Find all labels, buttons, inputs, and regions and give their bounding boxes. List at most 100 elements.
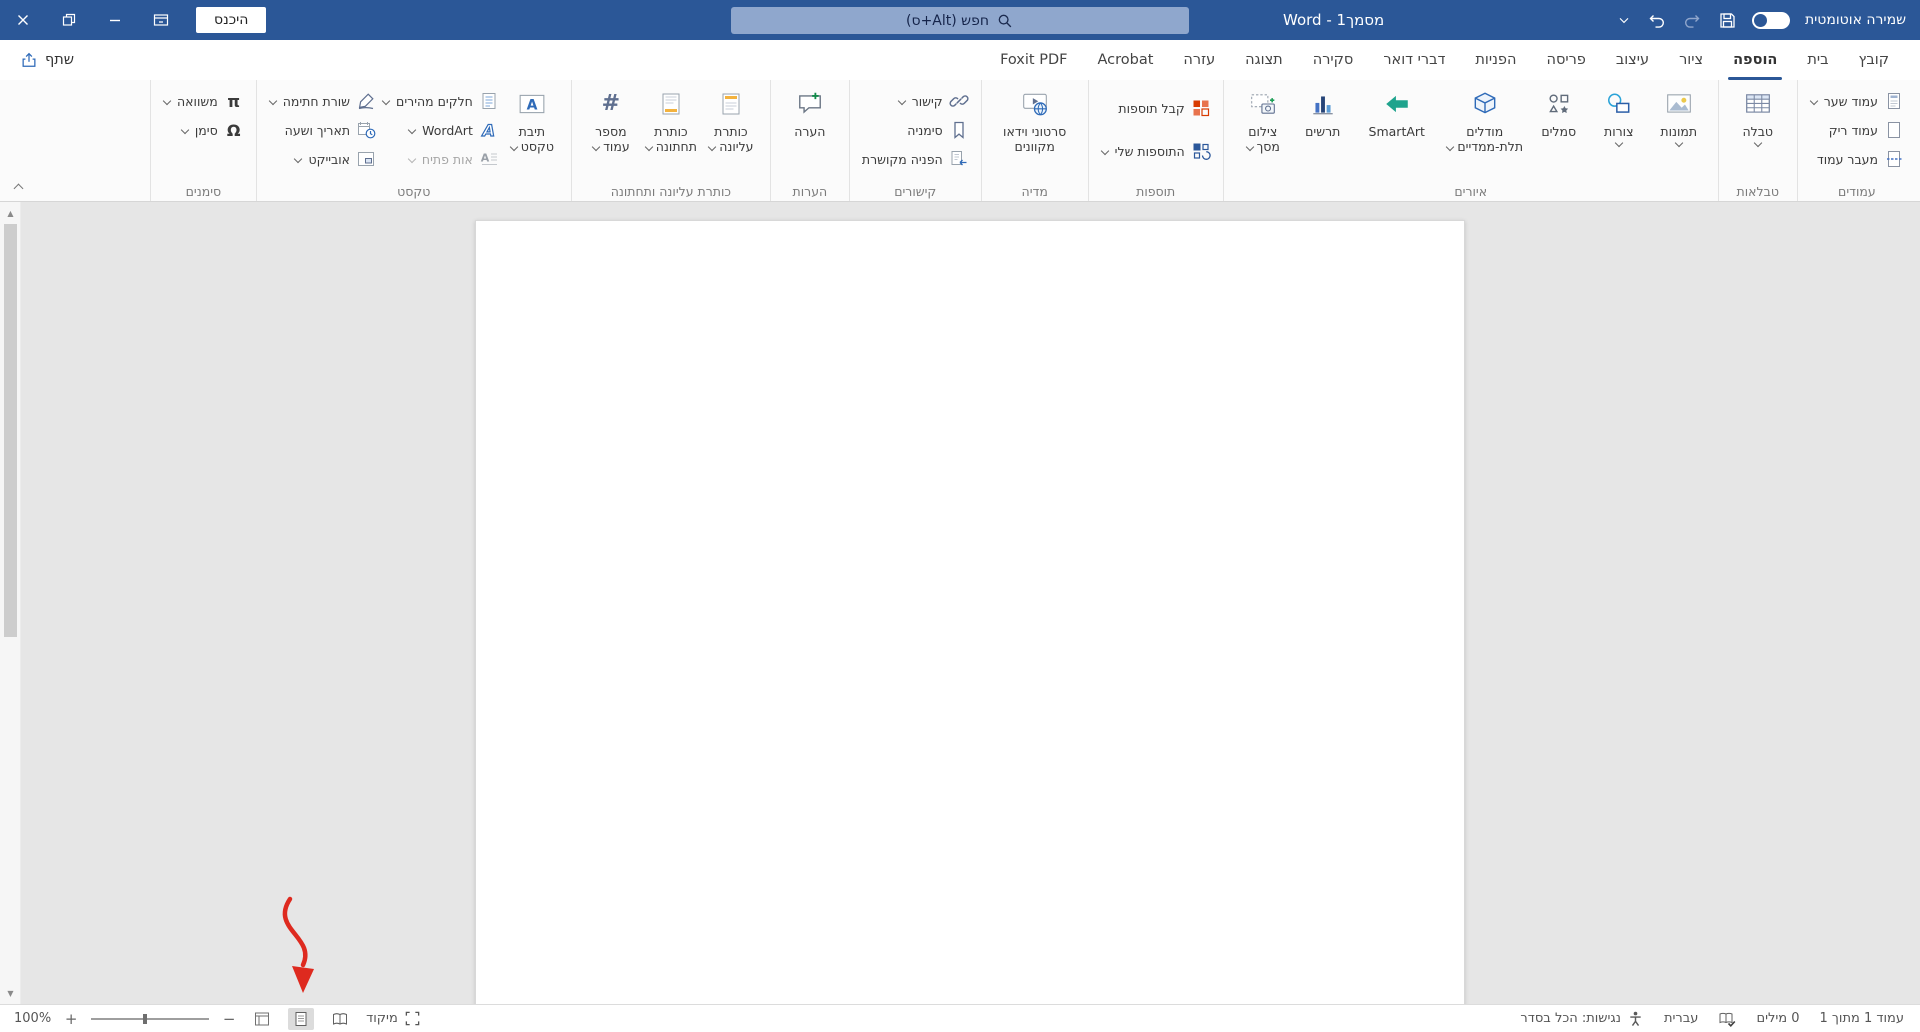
cross-reference-button[interactable]: הפניה מקושרת [859, 145, 972, 173]
autosave-toggle[interactable] [1751, 11, 1790, 29]
minimize-button[interactable] [92, 0, 138, 40]
undo-icon [1649, 15, 1664, 28]
tab-home[interactable]: בית [1792, 40, 1843, 80]
get-addins-icon [1191, 98, 1211, 118]
header-button[interactable]: כותרת עליונה [701, 84, 761, 155]
title-bar: היכנס חפש (Alt+ס) מסמך1 - Word שמירה אוט… [0, 0, 1920, 40]
drop-cap-icon: A [479, 149, 499, 169]
vertical-scrollbar[interactable]: ▲ ▼ [0, 202, 21, 1004]
tab-acrobat[interactable]: Acrobat [1082, 40, 1168, 80]
web-layout-icon [255, 1012, 270, 1025]
tab-design[interactable]: עיצוב [1601, 40, 1664, 80]
symbol-button[interactable]: Ω סימן [160, 116, 247, 144]
chart-button[interactable]: תרשים [1293, 84, 1353, 139]
document-page[interactable] [475, 220, 1465, 1004]
get-addins-button[interactable]: קבל תוספות [1098, 94, 1214, 122]
tab-file[interactable]: קובץ [1844, 40, 1904, 80]
tab-foxit-pdf[interactable]: Foxit PDF [985, 40, 1082, 80]
customize-qat-button[interactable] [1616, 12, 1632, 28]
cover-page-button[interactable]: עמוד שער [1807, 87, 1907, 115]
tab-draw[interactable]: ציור [1664, 40, 1718, 80]
drop-cap-button[interactable]: A אות פתיח [379, 145, 502, 173]
icons-button[interactable]: סמלים [1529, 84, 1589, 139]
online-videos-icon [1018, 88, 1052, 120]
text-box-button[interactable]: A תיבת טקסט [502, 84, 562, 155]
quick-parts-button[interactable]: חלקים מהירים [379, 87, 502, 115]
text-box-icon: A [515, 88, 549, 120]
scroll-up-arrow-icon[interactable]: ▲ [0, 205, 21, 221]
chevron-down-icon [708, 143, 716, 151]
zoom-slider-thumb[interactable] [143, 1013, 148, 1024]
group-label-links: קישורים [894, 184, 937, 199]
shapes-button[interactable]: צורות [1589, 84, 1649, 147]
symbol-label: סימן [194, 122, 218, 138]
read-mode-icon [333, 1012, 348, 1025]
page-break-icon [1884, 149, 1904, 169]
share-button[interactable]: שתף [0, 40, 94, 80]
wordart-button[interactable]: A WordArt [379, 116, 502, 144]
chevron-down-icon [382, 97, 390, 105]
save-button[interactable] [1717, 10, 1737, 30]
tab-references[interactable]: הפניות [1460, 40, 1531, 80]
web-layout-button[interactable] [249, 1008, 275, 1030]
footer-button[interactable]: כותרת תחתונה [641, 84, 701, 155]
proofing-button[interactable] [1718, 1010, 1736, 1028]
tab-insert[interactable]: הוספה [1718, 40, 1792, 80]
language-indicator[interactable]: עברית [1664, 1011, 1698, 1026]
icons-icon [1542, 88, 1576, 120]
comment-button[interactable]: הערה [780, 84, 840, 139]
restore-button[interactable] [46, 0, 92, 40]
group-label-media: מדיה [1021, 184, 1048, 199]
object-button[interactable]: אובייקט [266, 145, 379, 173]
zoom-in-button[interactable]: + [64, 1010, 78, 1028]
redo-button[interactable] [1682, 10, 1702, 30]
text-box-label-line2: טקסט [520, 139, 554, 155]
undo-button[interactable] [1647, 10, 1667, 30]
group-label-text: טקסט [397, 184, 431, 199]
read-mode-button[interactable] [327, 1008, 353, 1030]
online-videos-button[interactable]: סרטוני וידאו מקוונים [991, 84, 1079, 155]
zoom-level[interactable]: 100% [14, 1011, 51, 1026]
tab-review[interactable]: סקירה [1298, 40, 1369, 80]
3d-models-button[interactable]: מודלים תלת-ממדיים [1441, 84, 1529, 155]
tab-help[interactable]: עזרה [1168, 40, 1230, 80]
page-number-button[interactable]: # מספר עמוד [581, 84, 641, 155]
accessibility-status[interactable]: נגישות: הכל בסדר [1520, 1010, 1644, 1027]
page-indicator[interactable]: עמוד 1 מתוך 1 [1820, 1011, 1904, 1026]
smartart-button[interactable]: SmartArt [1353, 84, 1441, 139]
print-layout-button[interactable] [288, 1007, 315, 1030]
page-break-button[interactable]: מעבר עמוד [1807, 145, 1907, 173]
collapse-ribbon-chevron-icon[interactable] [12, 182, 24, 194]
table-button[interactable]: טבלה [1728, 84, 1788, 147]
equation-button[interactable]: π משוואה [160, 87, 247, 115]
header-label-line1: כותרת [714, 124, 748, 139]
my-addins-button[interactable]: התוספות שלי [1098, 137, 1214, 165]
pictures-button[interactable]: תמונות [1649, 84, 1709, 147]
link-button[interactable]: קישור [859, 87, 972, 115]
search-box[interactable]: חפש (Alt+ס) [731, 7, 1189, 34]
zoom-slider[interactable] [91, 1012, 210, 1026]
footer-label-line1: כותרת [654, 124, 688, 139]
tab-layout[interactable]: פריסה [1531, 40, 1600, 80]
date-time-button[interactable]: תאריך ושעה [266, 116, 379, 144]
tab-view[interactable]: תצוגה [1230, 40, 1298, 80]
accessibility-icon [1630, 1011, 1641, 1026]
close-button[interactable] [0, 0, 46, 40]
screenshot-button[interactable]: צילום מסך [1233, 84, 1293, 155]
word-count[interactable]: 0 מילים [1756, 1011, 1799, 1026]
blank-page-label: עמוד ריק [1828, 122, 1878, 138]
zoom-out-button[interactable]: − [222, 1010, 236, 1028]
scrollbar-thumb[interactable] [4, 224, 17, 637]
sign-in-button[interactable]: היכנס [196, 7, 267, 33]
tab-mailings[interactable]: דברי דואר [1368, 40, 1460, 80]
icons-label: סמלים [1541, 124, 1577, 139]
blank-page-button[interactable]: עמוד ריק [1807, 116, 1907, 144]
focus-button[interactable]: מיקוד [366, 1010, 421, 1027]
ribbon-group-tables: טבלה טבלאות [1717, 80, 1797, 201]
ribbon-display-options-button[interactable] [138, 0, 184, 40]
scroll-down-arrow-icon[interactable]: ▼ [0, 985, 21, 1001]
bookmark-button[interactable]: סימניה [859, 116, 972, 144]
restore-icon [62, 13, 76, 26]
pictures-label: תמונות [1660, 124, 1698, 139]
signature-line-button[interactable]: שורת חתימה [266, 87, 379, 115]
